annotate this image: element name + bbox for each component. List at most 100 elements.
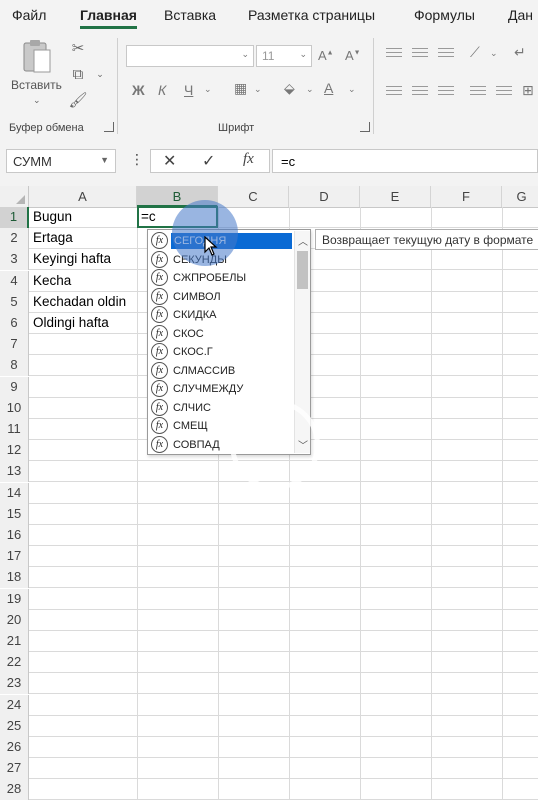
orientation-icon[interactable]: ⟋	[470, 44, 480, 61]
row-header[interactable]: 20	[0, 609, 29, 631]
column-header-b[interactable]: B	[137, 186, 218, 207]
row-header[interactable]: 25	[0, 715, 29, 737]
row-header[interactable]: 11	[0, 419, 29, 440]
autocomplete-item[interactable]: fx СЛУЧМЕЖДУ	[151, 380, 294, 399]
name-box[interactable]: СУММ ▼	[6, 149, 116, 173]
cell-a4[interactable]: Kecha	[33, 271, 71, 291]
row-header[interactable]: 12	[0, 440, 29, 462]
font-dialog-launcher-icon[interactable]	[360, 122, 370, 132]
scroll-down-icon[interactable]: ﹀	[298, 437, 308, 452]
copy-icon[interactable]: ⧉	[68, 64, 88, 84]
align-middle-icon[interactable]	[412, 48, 428, 60]
align-top-icon[interactable]	[386, 48, 402, 60]
enter-icon[interactable]: ✓	[202, 151, 215, 171]
paste-button[interactable]: Вставить	[11, 78, 62, 92]
cell-a6[interactable]: Oldingi hafta	[33, 313, 109, 333]
row-header[interactable]: 15	[0, 503, 29, 525]
row-header[interactable]: 13	[0, 461, 29, 483]
autocomplete-item[interactable]: fx СЕГОДНЯ	[151, 232, 294, 251]
insert-function-button[interactable]: fx	[243, 151, 254, 168]
autocomplete-scrollbar[interactable]: ︿ ﹀	[294, 231, 310, 453]
column-header-a[interactable]: A	[29, 186, 137, 207]
clipboard-dialog-launcher-icon[interactable]	[104, 122, 114, 132]
format-painter-icon[interactable]: 🖌	[68, 90, 88, 110]
function-autocomplete-list[interactable]: fx СЕГОДНЯ fx СЕКУНДЫ fx СЖПРОБЕЛЫ fx СИМВОЛ fx С…	[147, 229, 311, 455]
wrap-text-icon[interactable]: ↵	[514, 44, 526, 61]
autocomplete-item[interactable]: fx СМЕЩ	[151, 417, 294, 436]
autocomplete-item[interactable]: fx СИМВОЛ	[151, 287, 294, 307]
italic-button[interactable]: К	[158, 82, 166, 98]
row-header[interactable]: 22	[0, 652, 29, 674]
font-name-combo[interactable]: ⌄	[126, 45, 254, 67]
column-header-g[interactable]: G	[502, 186, 538, 207]
row-header[interactable]: 10	[0, 397, 29, 419]
select-all-button[interactable]	[0, 186, 29, 207]
row-header[interactable]: 6	[0, 313, 29, 334]
row-header[interactable]: 8	[0, 355, 29, 377]
autocomplete-item[interactable]: fx СКОС.Г	[151, 343, 294, 362]
tab-insert[interactable]: Вставка	[164, 7, 216, 23]
active-cell-b1[interactable]: =c	[137, 206, 218, 228]
formula-input[interactable]: =c	[272, 149, 538, 173]
tab-file[interactable]: Файл	[12, 7, 46, 23]
underline-button[interactable]: Ч	[184, 82, 193, 98]
cell-a5[interactable]: Kechadan oldin	[33, 292, 126, 312]
row-header[interactable]: 5	[0, 291, 29, 313]
scrollbar-thumb[interactable]	[297, 251, 308, 289]
increase-font-size-icon[interactable]: A▲	[318, 48, 334, 63]
fill-color-icon[interactable]: ⬙	[284, 80, 295, 97]
cell-a3[interactable]: Keyingi hafta	[33, 249, 111, 269]
align-center-icon[interactable]	[412, 86, 428, 98]
autocomplete-item[interactable]: fx СКОС	[151, 324, 294, 344]
font-color-button[interactable]: А	[324, 80, 333, 96]
row-header[interactable]: 3	[0, 249, 29, 271]
tab-formulas[interactable]: Формулы	[414, 7, 475, 23]
underline-dropdown-icon[interactable]: ⌄	[204, 84, 212, 95]
cancel-icon[interactable]: ✕	[163, 151, 176, 171]
row-header[interactable]: 14	[0, 482, 29, 504]
row-header[interactable]: 19	[0, 588, 29, 610]
row-header[interactable]: 2	[0, 228, 29, 250]
tab-home[interactable]: Главная	[80, 7, 137, 29]
row-header[interactable]: 28	[0, 779, 29, 800]
cell-a2[interactable]: Ertaga	[33, 228, 73, 248]
orientation-dropdown-icon[interactable]: ⌄	[490, 48, 498, 59]
autocomplete-item[interactable]: fx СЕКУНДЫ	[151, 250, 294, 270]
cell-a1[interactable]: Bugun	[33, 207, 72, 227]
align-left-icon[interactable]	[386, 86, 402, 98]
row-header[interactable]: 18	[0, 567, 29, 589]
column-header-c[interactable]: C	[218, 186, 289, 207]
paste-icon[interactable]	[22, 38, 52, 74]
row-header[interactable]: 26	[0, 737, 29, 758]
borders-icon[interactable]: ▦	[234, 80, 247, 97]
copy-dropdown-icon[interactable]: ⌄	[90, 64, 110, 84]
autocomplete-item[interactable]: fx СЖПРОБЕЛЫ	[151, 269, 294, 288]
tab-data[interactable]: Дан	[508, 7, 533, 23]
autocomplete-item[interactable]: fx СЛЧИС	[151, 398, 294, 418]
increase-indent-icon[interactable]	[496, 86, 512, 98]
row-header[interactable]: 1	[0, 207, 29, 228]
row-header[interactable]: 16	[0, 525, 29, 546]
autocomplete-item[interactable]: fx СКИДКА	[151, 306, 294, 325]
bold-button[interactable]: Ж	[132, 82, 145, 98]
row-header[interactable]: 24	[0, 694, 29, 716]
row-header[interactable]: 17	[0, 546, 29, 568]
row-header[interactable]: 9	[0, 376, 29, 398]
column-header-f[interactable]: F	[431, 186, 502, 207]
autocomplete-item[interactable]: fx СОВПАД	[151, 435, 294, 455]
cut-icon[interactable]: ✂	[68, 38, 88, 58]
paste-dropdown-icon[interactable]: ⌄	[33, 95, 41, 106]
row-header[interactable]: 4	[0, 270, 29, 292]
more-options-icon[interactable]: ⋮	[130, 151, 144, 168]
font-size-combo[interactable]: 11 ⌄	[256, 45, 312, 67]
align-right-icon[interactable]	[438, 86, 454, 98]
row-header[interactable]: 7	[0, 334, 29, 356]
row-header[interactable]: 23	[0, 673, 29, 695]
borders-dropdown-icon[interactable]: ⌄	[254, 84, 262, 95]
font-color-dropdown-icon[interactable]: ⌄	[348, 84, 356, 95]
align-bottom-icon[interactable]	[438, 48, 454, 60]
autocomplete-item[interactable]: fx СЛМАССИВ	[151, 361, 294, 381]
row-header[interactable]: 21	[0, 631, 29, 652]
tab-page-layout[interactable]: Разметка страницы	[248, 7, 375, 23]
column-header-d[interactable]: D	[289, 186, 360, 207]
